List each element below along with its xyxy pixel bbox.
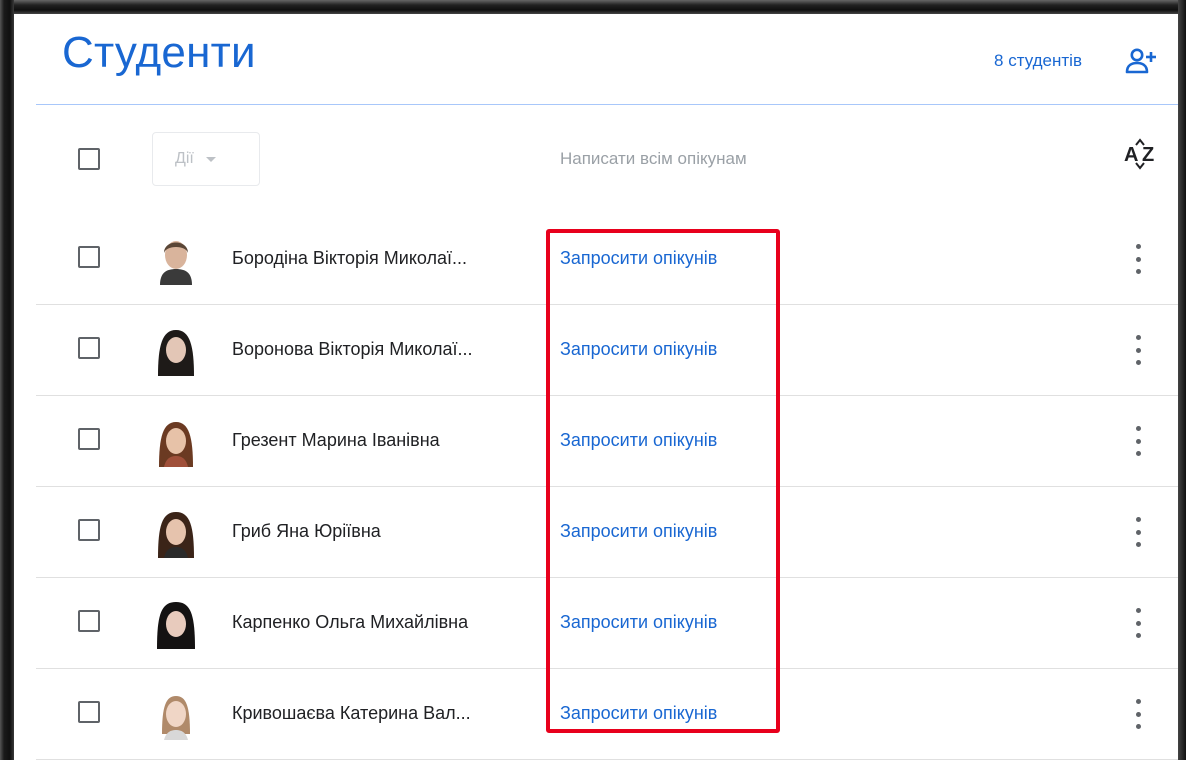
student-checkbox[interactable] bbox=[78, 337, 100, 359]
actions-dropdown[interactable]: Дії bbox=[152, 132, 260, 186]
more-options-icon[interactable] bbox=[1132, 426, 1144, 456]
avatar bbox=[156, 599, 196, 649]
student-name[interactable]: Воронова Вікторія Миколаї... bbox=[232, 339, 532, 360]
student-row: Карпенко Ольга Михайлівна Запросити опік… bbox=[36, 578, 1178, 669]
avatar bbox=[156, 326, 196, 376]
student-checkbox[interactable] bbox=[78, 610, 100, 632]
avatar bbox=[156, 508, 196, 558]
photo-frame-right bbox=[1178, 0, 1186, 760]
header-divider bbox=[36, 104, 1178, 105]
more-options-icon[interactable] bbox=[1132, 244, 1144, 274]
invite-students-button[interactable] bbox=[1124, 44, 1158, 78]
avatar bbox=[156, 690, 196, 740]
student-checkbox[interactable] bbox=[78, 428, 100, 450]
student-row: Воронова Вікторія Миколаї... Запросити о… bbox=[36, 305, 1178, 396]
students-panel: Студенти 8 студентів Дії Написати всім о… bbox=[14, 14, 1178, 760]
student-checkbox[interactable] bbox=[78, 701, 100, 723]
page-title: Студенти bbox=[62, 28, 256, 77]
sort-az-icon: A Z bbox=[1124, 138, 1154, 170]
student-checkbox[interactable] bbox=[78, 519, 100, 541]
photo-frame-top bbox=[0, 0, 1186, 14]
student-count: 8 студентів bbox=[994, 51, 1082, 70]
more-options-icon[interactable] bbox=[1132, 335, 1144, 365]
chevron-down-icon bbox=[205, 156, 216, 162]
students-toolbar: Дії Написати всім опікунам A Z bbox=[36, 106, 1178, 214]
invite-guardians-link[interactable]: Запросити опікунів bbox=[560, 612, 717, 633]
student-name[interactable]: Кривошаєва Катерина Вал... bbox=[232, 703, 532, 724]
invite-guardians-link[interactable]: Запросити опікунів bbox=[560, 430, 717, 451]
actions-label: Дії bbox=[175, 150, 194, 167]
select-all-checkbox[interactable] bbox=[78, 148, 100, 170]
avatar bbox=[156, 235, 196, 285]
invite-guardians-link[interactable]: Запросити опікунів bbox=[560, 339, 717, 360]
student-row: Грезент Марина Іванівна Запросити опікун… bbox=[36, 396, 1178, 487]
student-row: Гриб Яна Юріївна Запросити опікунів bbox=[36, 487, 1178, 578]
photo-frame-left bbox=[0, 0, 14, 760]
invite-guardians-link[interactable]: Запросити опікунів bbox=[560, 521, 717, 542]
more-options-icon[interactable] bbox=[1132, 608, 1144, 638]
students-list: Бородіна Вікторія Миколаї... Запросити о… bbox=[36, 214, 1178, 760]
sort-button[interactable]: A Z bbox=[1120, 132, 1160, 172]
svg-text:A: A bbox=[1124, 144, 1138, 166]
more-options-icon[interactable] bbox=[1132, 517, 1144, 547]
invite-guardians-link[interactable]: Запросити опікунів bbox=[560, 248, 717, 269]
student-checkbox[interactable] bbox=[78, 246, 100, 268]
student-name[interactable]: Грезент Марина Іванівна bbox=[232, 430, 532, 451]
student-row: Кривошаєва Катерина Вал... Запросити опі… bbox=[36, 669, 1178, 760]
invite-guardians-link[interactable]: Запросити опікунів bbox=[560, 703, 717, 724]
student-name[interactable]: Гриб Яна Юріївна bbox=[232, 521, 532, 542]
person-add-icon bbox=[1125, 48, 1156, 74]
student-name[interactable]: Карпенко Ольга Михайлівна bbox=[232, 612, 532, 633]
student-row: Бородіна Вікторія Миколаї... Запросити о… bbox=[36, 214, 1178, 305]
email-all-guardians-link[interactable]: Написати всім опікунам bbox=[560, 149, 747, 169]
avatar bbox=[156, 417, 196, 467]
svg-text:Z: Z bbox=[1142, 144, 1154, 166]
more-options-icon[interactable] bbox=[1132, 699, 1144, 729]
student-name[interactable]: Бородіна Вікторія Миколаї... bbox=[232, 248, 532, 269]
